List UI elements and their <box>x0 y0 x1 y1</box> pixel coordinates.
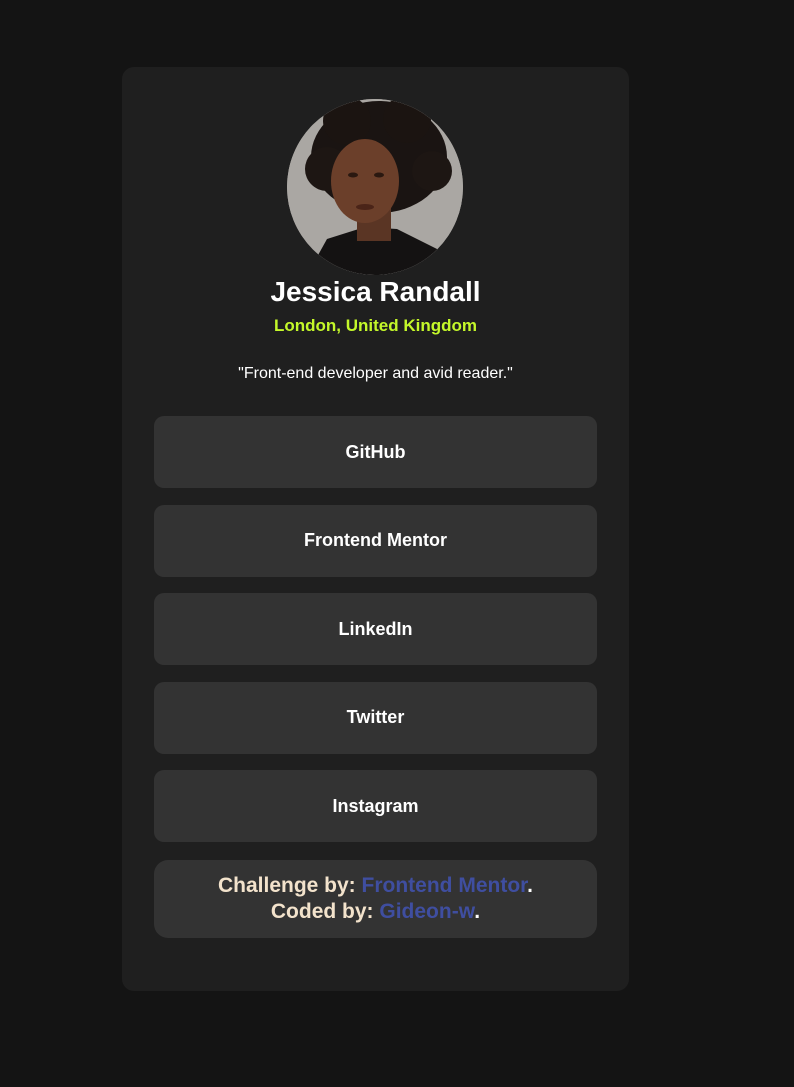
attribution-coded-line: Coded by: Gideon-w. <box>154 899 597 925</box>
challenge-link[interactable]: Frontend Mentor <box>362 874 528 897</box>
profile-card: Jessica Randall London, United Kingdom "… <box>122 67 629 991</box>
challenge-period: . <box>527 874 534 897</box>
avatar-image <box>287 99 463 275</box>
attribution-challenge-line: Challenge by: Frontend Mentor. <box>154 873 597 899</box>
coded-by-link[interactable]: Gideon-w <box>379 900 474 923</box>
coded-prefix: Coded by: <box>270 900 380 923</box>
profile-bio: "Front-end developer and avid reader." <box>238 365 513 382</box>
attribution: Challenge by: Frontend Mentor. Coded by:… <box>154 860 597 938</box>
instagram-link-button[interactable]: Instagram <box>154 770 597 842</box>
profile-name: Jessica Randall <box>270 276 481 307</box>
profile-location: London, United Kingdom <box>273 316 477 335</box>
avatar <box>287 99 463 275</box>
twitter-link-button[interactable]: Twitter <box>154 681 597 754</box>
github-link-button[interactable]: GitHub <box>154 416 597 488</box>
linkedin-link-button[interactable]: LinkedIn <box>154 593 597 665</box>
coded-period: . <box>474 900 481 923</box>
frontend-mentor-link-button[interactable]: Frontend Mentor <box>154 504 597 577</box>
challenge-prefix: Challenge by: <box>217 874 362 897</box>
social-links-list: GitHub Frontend Mentor LinkedIn Twitter … <box>154 416 597 859</box>
